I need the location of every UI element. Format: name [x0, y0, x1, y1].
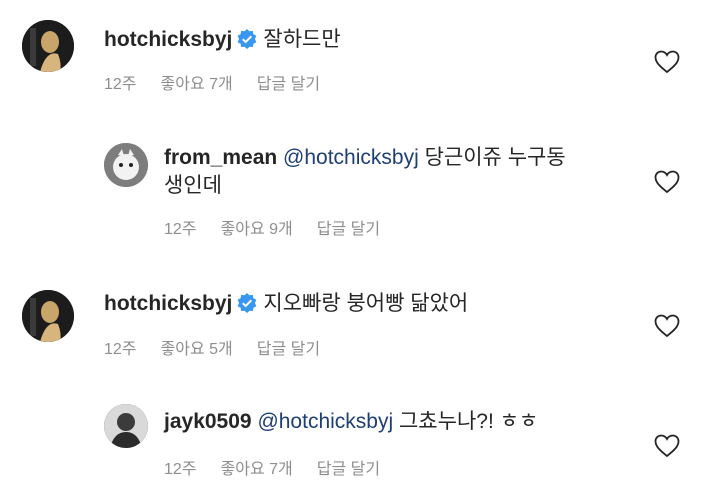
heart-icon[interactable]: [654, 170, 680, 194]
reply-button[interactable]: 답글 달기: [257, 341, 320, 358]
mention-link[interactable]: @hotchicksbyj: [283, 146, 419, 169]
comment-text: 잘하드만: [263, 28, 341, 51]
comment-text: 지오빠랑 붕어빵 닮았어: [263, 292, 469, 315]
username-link[interactable]: jayk0509: [164, 410, 252, 433]
verified-badge-icon: [237, 29, 257, 49]
username-link[interactable]: from_mean: [164, 146, 277, 169]
reply-button[interactable]: 답글 달기: [317, 221, 380, 238]
avatar[interactable]: [104, 404, 148, 448]
heart-icon[interactable]: [654, 434, 680, 458]
heart-icon[interactable]: [654, 50, 680, 74]
username-link[interactable]: hotchicksbyj: [104, 28, 232, 51]
comment-time: 12주: [164, 461, 197, 478]
avatar[interactable]: [22, 20, 74, 72]
comment-text: 생인데: [164, 174, 222, 197]
likes-count[interactable]: 좋아요 9개: [221, 221, 293, 238]
comment-text-line: from_mean @hotchicksbyj 당근이쥬 누구동: [164, 144, 566, 172]
comment-time: 12주: [104, 341, 137, 358]
comment-text-line: hotchicksbyj 지오빠랑 붕어빵 닮았어: [104, 290, 468, 318]
heart-icon[interactable]: [654, 314, 680, 338]
reply-button[interactable]: 답글 달기: [257, 76, 320, 93]
comment-text-line2: 생인데: [164, 172, 222, 200]
username-link[interactable]: hotchicksbyj: [104, 292, 232, 315]
likes-count[interactable]: 좋아요 7개: [161, 76, 233, 93]
comment-meta: 12주 좋아요 5개 답글 달기: [104, 335, 344, 359]
comment-time: 12주: [164, 221, 197, 238]
comment-meta: 12주 좋아요 7개 답글 달기: [164, 455, 404, 479]
comment-text: 당근이쥬 누구동: [424, 146, 566, 169]
comment-meta: 12주 좋아요 7개 답글 달기: [104, 70, 344, 94]
likes-count[interactable]: 좋아요 7개: [221, 461, 293, 478]
avatar[interactable]: [104, 143, 148, 187]
comment-text-line: jayk0509 @hotchicksbyj 그쵸누나?! ㅎㅎ: [164, 408, 538, 436]
likes-count[interactable]: 좋아요 5개: [161, 341, 233, 358]
comment-time: 12주: [104, 76, 137, 93]
reply-button[interactable]: 답글 달기: [317, 461, 380, 478]
comment-text: 그쵸누나?! ㅎㅎ: [398, 410, 539, 433]
verified-badge-icon: [237, 293, 257, 313]
comment-meta: 12주 좋아요 9개 답글 달기: [164, 215, 404, 239]
avatar[interactable]: [22, 290, 74, 342]
mention-link[interactable]: @hotchicksbyj: [257, 410, 393, 433]
comment-text-line: hotchicksbyj 잘하드만: [104, 26, 341, 54]
